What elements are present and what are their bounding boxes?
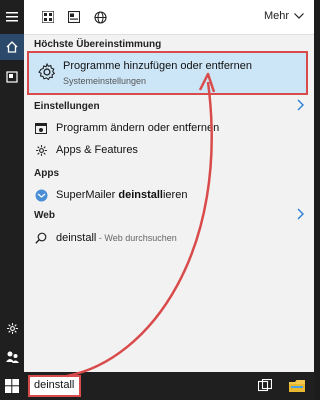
settings-item-apps-features[interactable]: Apps & Features bbox=[34, 141, 138, 159]
program-window-icon bbox=[34, 121, 48, 135]
documents-icon[interactable] bbox=[0, 64, 24, 90]
file-explorer-icon[interactable] bbox=[289, 379, 305, 393]
section-apps: Apps bbox=[34, 168, 59, 179]
start-rail bbox=[0, 0, 24, 372]
settings-item-label: Programm ändern oder entfernen bbox=[56, 122, 220, 134]
settings-gear-icon[interactable] bbox=[0, 315, 24, 341]
best-match-result[interactable]: Programme hinzufügen oder entfernen Syst… bbox=[27, 51, 308, 95]
best-match-subtitle: Systemeinstellungen bbox=[63, 76, 147, 86]
app-item-supermailer[interactable]: SuperMailer deinstallieren bbox=[34, 186, 187, 204]
settings-item-label: Apps & Features bbox=[56, 144, 138, 156]
section-web: Web bbox=[34, 210, 55, 221]
document-icon[interactable] bbox=[66, 9, 82, 25]
more-label: Mehr bbox=[263, 10, 289, 22]
chevron-down-icon bbox=[294, 13, 304, 19]
section-best-match: Höchste Übereinstimmung bbox=[34, 39, 162, 50]
user-icon[interactable] bbox=[0, 343, 24, 369]
globe-icon[interactable] bbox=[92, 9, 108, 25]
more-dropdown[interactable]: Mehr bbox=[264, 10, 304, 22]
search-results-panel: Mehr Höchste Übereinstimmung Programme h… bbox=[24, 0, 314, 372]
web-search-label: deinstall - Web durchsuchen bbox=[56, 232, 177, 244]
search-icon bbox=[34, 231, 48, 245]
app-item-label: SuperMailer deinstallieren bbox=[56, 189, 188, 201]
web-search-item[interactable]: deinstall - Web durchsuchen bbox=[34, 229, 177, 247]
gear-icon bbox=[34, 143, 48, 157]
home-icon[interactable] bbox=[0, 34, 24, 60]
results-filter-bar: Mehr bbox=[24, 0, 314, 35]
supermailer-app-icon bbox=[34, 188, 48, 202]
settings-item-change-program[interactable]: Programm ändern oder entfernen bbox=[34, 119, 219, 137]
hamburger-menu-icon[interactable] bbox=[0, 4, 24, 30]
taskbar-search-input[interactable]: deinstall bbox=[28, 375, 81, 397]
section-settings: Einstellungen bbox=[34, 101, 100, 112]
windows-start-icon[interactable] bbox=[5, 379, 19, 393]
task-view-icon[interactable] bbox=[258, 379, 272, 393]
chevron-right-icon[interactable] bbox=[296, 208, 306, 220]
apps-grid-icon[interactable] bbox=[40, 9, 56, 25]
chevron-right-icon[interactable] bbox=[296, 99, 306, 111]
best-match-title: Programme hinzufügen oder entfernen bbox=[63, 60, 252, 72]
settings-gear-icon bbox=[38, 62, 56, 81]
